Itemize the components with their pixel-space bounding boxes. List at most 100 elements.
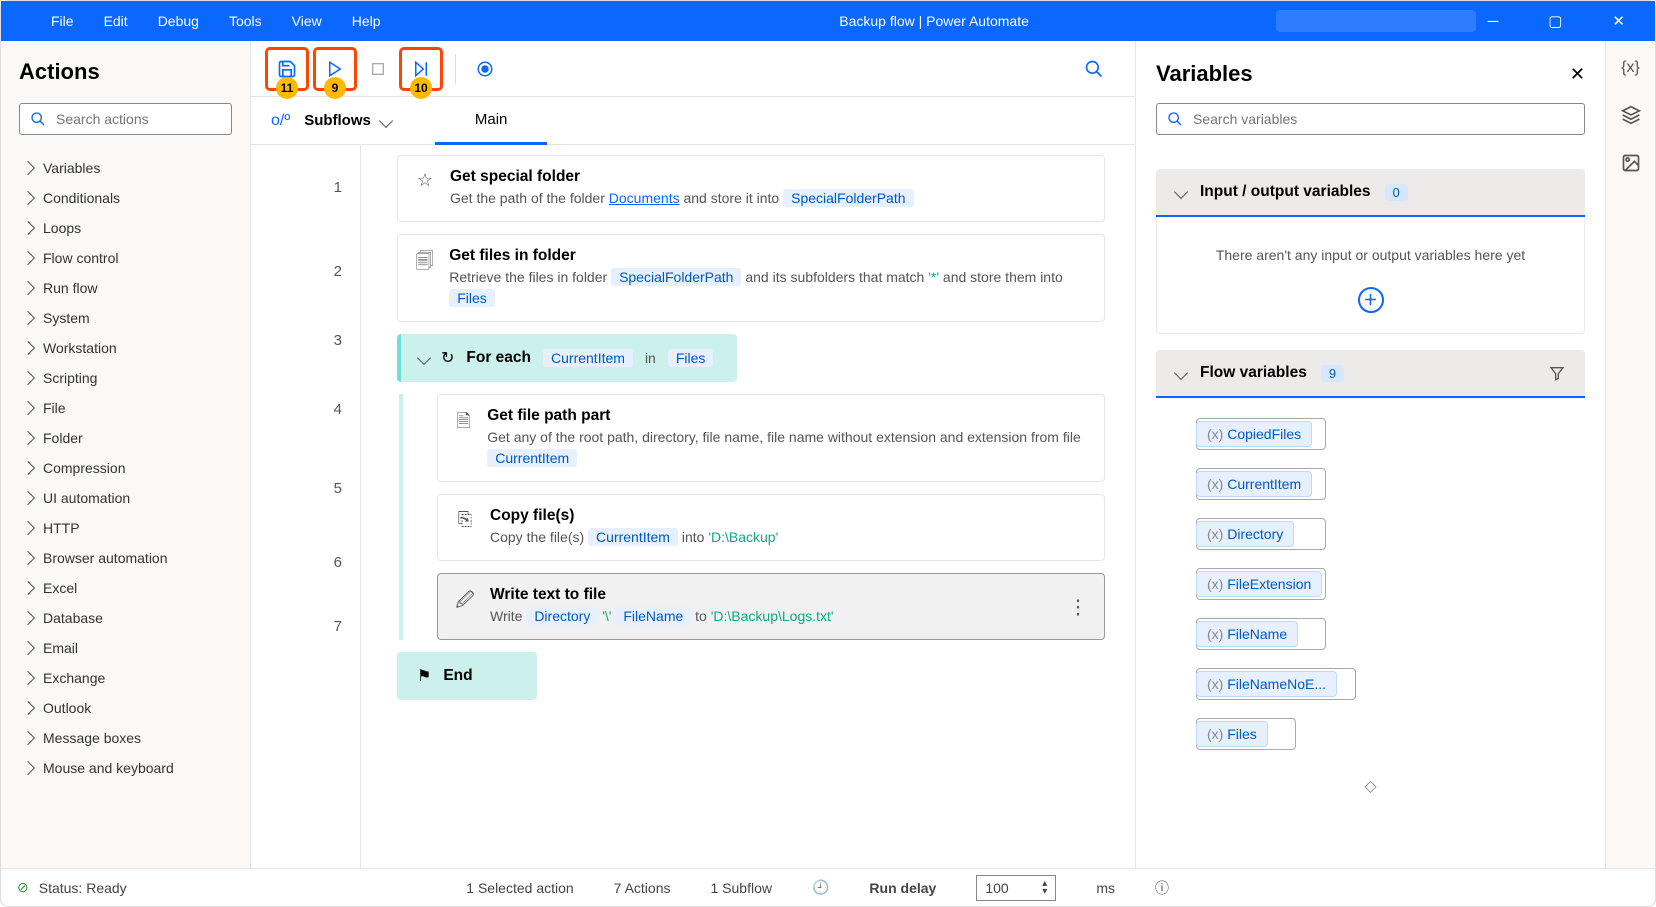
var-ci2[interactable]: CurrentItem [588, 528, 678, 546]
var-files2[interactable]: Files [668, 349, 714, 367]
run-button[interactable]: 9 [313, 47, 357, 91]
var-fname[interactable]: FileName [615, 607, 691, 625]
actions-count: 7 Actions [614, 880, 671, 896]
add-io-var-button[interactable]: ＋ [1358, 287, 1384, 313]
step-copy-files[interactable]: ⎘ Copy file(s) Copy the file(s) CurrentI… [437, 494, 1105, 561]
action-cat-browser[interactable]: Browser automation [19, 543, 232, 573]
action-cat-scripting[interactable]: Scripting [19, 363, 232, 393]
actions-search[interactable] [19, 103, 232, 135]
flow-var[interactable]: (x) FileNameNoE... [1196, 668, 1545, 700]
action-cat-outlook[interactable]: Outlook [19, 693, 232, 723]
flow-var[interactable]: (x) CurrentItem [1196, 468, 1545, 500]
info-icon[interactable]: ⓘ [1155, 878, 1169, 898]
action-cat-mouse[interactable]: Mouse and keyboard [19, 753, 232, 783]
erase-icon[interactable]: ◇ [1156, 776, 1585, 796]
flow-var[interactable]: (x) Files [1196, 718, 1545, 750]
flow-search-button[interactable] [1087, 52, 1121, 86]
user-chip[interactable] [1276, 10, 1476, 32]
flow-vars-list: (x) CopiedFiles (x) CurrentItem (x) Dire… [1156, 398, 1585, 770]
filter-icon[interactable] [1549, 365, 1565, 381]
step-badge: 10 [410, 77, 432, 99]
io-vars-header[interactable]: Input / output variables 0 [1156, 169, 1585, 217]
action-cat-http[interactable]: HTTP [19, 513, 232, 543]
variables-search-input[interactable] [1193, 111, 1574, 127]
save-badge: 11 [276, 77, 298, 99]
search-icon [1084, 59, 1104, 79]
delay-icon: 🕘 [812, 879, 829, 896]
documents-link[interactable]: Documents [609, 190, 680, 206]
action-cat-conditionals[interactable]: Conditionals [19, 183, 232, 213]
flow-var[interactable]: (x) FileName [1196, 618, 1545, 650]
flow-editor: 11 9 10 o/º Subflows Main [251, 41, 1135, 868]
action-cat-email[interactable]: Email [19, 633, 232, 663]
menu-help[interactable]: Help [352, 13, 381, 29]
var-files[interactable]: Files [449, 289, 495, 307]
action-cat-runflow[interactable]: Run flow [19, 273, 232, 303]
chevron-down-icon [1174, 366, 1188, 380]
action-cat-loops[interactable]: Loops [19, 213, 232, 243]
menu-view[interactable]: View [292, 13, 322, 29]
action-cat-excel[interactable]: Excel [19, 573, 232, 603]
var-ci[interactable]: CurrentItem [487, 449, 577, 467]
step-get-files[interactable]: 🗐 Get files in folder Retrieve the files… [397, 234, 1105, 322]
menu-file[interactable]: File [51, 13, 74, 29]
close-variables-icon[interactable]: ✕ [1570, 64, 1585, 85]
step-get-filepath[interactable]: 🗎 Get file path part Get any of the root… [437, 394, 1105, 482]
action-category-list: Variables Conditionals Loops Flow contro… [19, 153, 232, 783]
menu-edit[interactable]: Edit [104, 13, 128, 29]
action-cat-workstation[interactable]: Workstation [19, 333, 232, 363]
var-specialfolderpath[interactable]: SpecialFolderPath [783, 189, 913, 207]
subflow-count: 1 Subflow [711, 880, 772, 896]
minimize-icon[interactable]: ─ [1488, 13, 1499, 30]
rail-image-icon[interactable] [1621, 153, 1641, 173]
step-get-special-folder[interactable]: ☆ Get special folder Get the path of the… [397, 155, 1105, 222]
editor-toolbar: 11 9 10 [251, 41, 1135, 97]
tab-main[interactable]: Main [435, 97, 548, 145]
close-icon[interactable]: ✕ [1612, 12, 1625, 30]
action-cat-database[interactable]: Database [19, 603, 232, 633]
var-dir[interactable]: Directory [526, 607, 598, 625]
flow-vars-header[interactable]: Flow variables 9 [1156, 350, 1585, 398]
maximize-icon[interactable]: ▢ [1548, 12, 1562, 30]
copy-icon: ⎘ [454, 509, 476, 530]
action-cat-msgboxes[interactable]: Message boxes [19, 723, 232, 753]
actions-search-input[interactable] [56, 111, 237, 127]
var-currentitem[interactable]: CurrentItem [543, 349, 633, 367]
record-icon [476, 60, 494, 78]
variables-search[interactable] [1156, 103, 1585, 135]
stop-icon [370, 61, 386, 77]
save-button[interactable]: 11 [265, 47, 309, 91]
end-block[interactable]: ⚑ End [397, 652, 537, 700]
action-cat-exchange[interactable]: Exchange [19, 663, 232, 693]
loop-icon: ↻ [441, 348, 454, 368]
run-delay-label: Run delay [869, 880, 936, 896]
action-cat-system[interactable]: System [19, 303, 232, 333]
subflows-dropdown[interactable]: Subflows [304, 112, 391, 129]
menu-tools[interactable]: Tools [229, 13, 262, 29]
run-delay-input[interactable]: 100▴▾ [976, 875, 1056, 901]
rail-layers-icon[interactable] [1621, 105, 1641, 125]
action-cat-uiautomation[interactable]: UI automation [19, 483, 232, 513]
step-button[interactable]: 10 [399, 47, 443, 91]
rail-variables-icon[interactable]: {x} [1621, 59, 1640, 77]
action-cat-variables[interactable]: Variables [19, 153, 232, 183]
step-write-text[interactable]: 🖉 Write text to file Write Directory '\'… [437, 573, 1105, 640]
menu-debug[interactable]: Debug [158, 13, 199, 29]
flow-var[interactable]: (x) CopiedFiles [1196, 418, 1545, 450]
collapse-icon[interactable] [417, 351, 431, 365]
flow-var[interactable]: (x) Directory [1196, 518, 1545, 550]
stop-button[interactable] [361, 52, 395, 86]
action-cat-flowcontrol[interactable]: Flow control [19, 243, 232, 273]
record-button[interactable] [468, 52, 502, 86]
action-cat-compression[interactable]: Compression [19, 453, 232, 483]
main-menu: File Edit Debug Tools View Help [1, 13, 381, 29]
var-sfp[interactable]: SpecialFolderPath [611, 268, 741, 286]
selected-count: 1 Selected action [466, 880, 573, 896]
foreach-block[interactable]: ↻ For each CurrentItem in Files [397, 334, 737, 382]
action-cat-folder[interactable]: Folder [19, 423, 232, 453]
chevron-down-icon [1174, 185, 1188, 199]
flow-var[interactable]: (x) FileExtension [1196, 568, 1545, 600]
action-cat-file[interactable]: File [19, 393, 232, 423]
subflows-icon: o/º [271, 112, 290, 130]
more-actions-icon[interactable]: ⋮ [1068, 594, 1088, 619]
